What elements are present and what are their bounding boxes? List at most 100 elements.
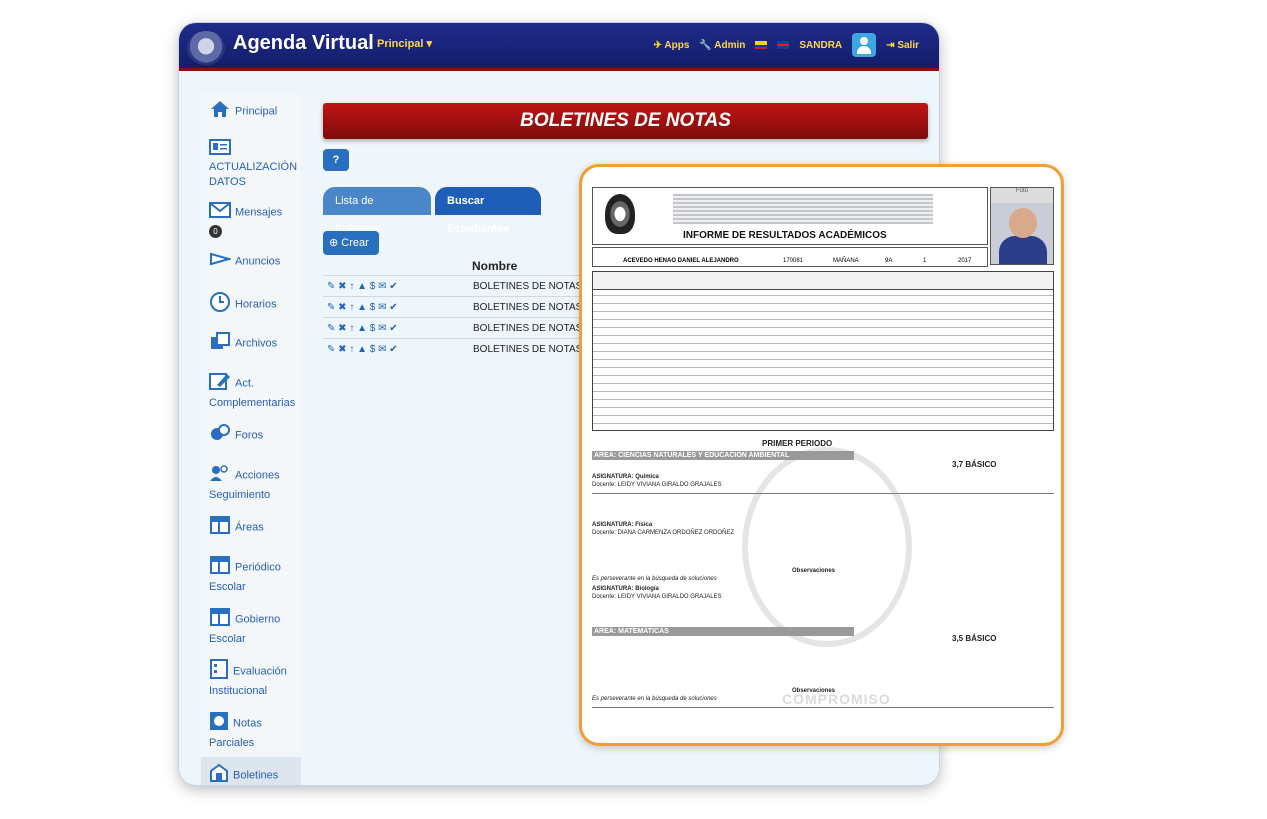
school-logo-icon xyxy=(187,31,225,65)
table-row: ✎ ✖ ↑ ▲ $ ✉ ✔ BOLETINES DE NOTAS P xyxy=(323,275,603,296)
grades-table xyxy=(592,271,1054,431)
page-banner: BOLETINES DE NOTAS xyxy=(323,103,928,139)
student-grupo: 9A xyxy=(885,258,893,264)
student-photo: Foto xyxy=(990,187,1054,265)
subject-name: ASIGNATURA: Biología xyxy=(592,586,659,592)
subject-teacher: Docente: LEIDY VIVIANA GIRALDO GRAJALES xyxy=(592,482,722,488)
area-grade: 3,5 BÁSICO xyxy=(952,634,997,643)
sidebar-item-acciones-seguimiento[interactable]: Acciones Seguimiento xyxy=(201,457,301,509)
subject-teacher: Docente: DIANA CARMENZA ORDOÑEZ ORDOÑEZ xyxy=(592,530,735,536)
page-title: BOLETINES DE NOTAS xyxy=(520,110,731,131)
logout-link[interactable]: ⇥ Salir xyxy=(886,40,919,51)
school-seal-watermark xyxy=(742,447,912,647)
colombia-flag-icon[interactable] xyxy=(755,41,768,49)
observation-text: Es perseverante en la búsqueda de soluci… xyxy=(592,696,717,702)
sidebar-item-label: Mensajes xyxy=(235,206,283,219)
grades-table-header xyxy=(593,272,1053,290)
table-icon xyxy=(209,555,231,580)
observation-text: Es perseverante en la búsqueda de soluci… xyxy=(592,576,717,582)
subject-name: ASIGNATURA: Química xyxy=(592,474,659,480)
clock-icon xyxy=(209,291,231,318)
envelope-icon xyxy=(209,202,231,223)
chat-icon xyxy=(209,423,231,448)
report-header: INFORME DE RESULTADOS ACADÉMICOS xyxy=(592,187,988,245)
sidebar-item-periodico-escolar[interactable]: Periódico Escolar xyxy=(201,549,301,601)
report-document: INFORME DE RESULTADOS ACADÉMICOS Foto AC… xyxy=(592,187,1054,743)
row-actions[interactable]: ✎ ✖ ↑ ▲ $ ✉ ✔ xyxy=(323,323,473,334)
nav-right: ✈ Apps 🔧 Admin SANDRA ⇥ Salir xyxy=(654,33,919,57)
student-name: ACEVEDO HENAO DANIEL ALEJANDRO xyxy=(623,258,739,264)
student-info-bar: ACEVEDO HENAO DANIEL ALEJANDRO 170081 MA… xyxy=(592,247,988,267)
sidebar: Principal ACTUALIZACIÓN DATOS Mensajes 0… xyxy=(201,93,301,785)
sidebar-item-notas-parciales[interactable]: Notas Parciales xyxy=(201,705,301,757)
sidebar-item-horarios[interactable]: Horarios xyxy=(201,285,301,325)
form-icon xyxy=(209,659,229,684)
sidebar-item-anuncios[interactable]: Anuncios xyxy=(201,245,301,285)
sidebar-item-label: Áreas xyxy=(235,521,264,534)
boletines-table: ✎ ✖ ↑ ▲ $ ✉ ✔ BOLETINES DE NOTAS P ✎ ✖ ↑… xyxy=(323,275,603,359)
sidebar-item-boletines[interactable]: Boletines de Notas xyxy=(201,757,301,785)
files-icon xyxy=(209,331,231,356)
area-grade: 3,7 BÁSICO xyxy=(952,460,997,469)
column-header-nombre: Nombre xyxy=(472,259,518,273)
report-card-preview: INFORME DE RESULTADOS ACADÉMICOS Foto AC… xyxy=(579,164,1064,746)
divider xyxy=(592,707,1054,708)
chart-icon xyxy=(209,711,229,736)
sidebar-item-foros[interactable]: Foros xyxy=(201,417,301,457)
sidebar-item-principal[interactable]: Principal xyxy=(201,93,301,133)
edit-icon xyxy=(209,371,231,396)
table-row: ✎ ✖ ↑ ▲ $ ✉ ✔ BOLETINES DE NOTAS S xyxy=(323,296,603,317)
student-face xyxy=(1009,208,1037,238)
megaphone-icon xyxy=(209,251,233,272)
sidebar-item-actualizacion[interactable]: ACTUALIZACIÓN DATOS xyxy=(201,133,301,196)
home-icon xyxy=(209,99,231,124)
user-name[interactable]: SANDRA xyxy=(799,40,842,51)
sidebar-item-label: Principal xyxy=(235,105,278,118)
message-count-badge: 0 xyxy=(209,225,222,238)
row-actions[interactable]: ✎ ✖ ↑ ▲ $ ✉ ✔ xyxy=(323,281,473,292)
id-card-icon xyxy=(209,139,231,160)
row-actions[interactable]: ✎ ✖ ↑ ▲ $ ✉ ✔ xyxy=(323,344,473,355)
crear-button[interactable]: ⊕ Crear xyxy=(323,231,379,255)
uk-flag-icon[interactable] xyxy=(777,41,790,49)
subject-name: ASIGNATURA: Física xyxy=(592,522,653,528)
student-periodo: 1 xyxy=(923,258,927,264)
sidebar-item-label: Foros xyxy=(235,429,264,442)
report-title: INFORME DE RESULTADOS ACADÉMICOS xyxy=(683,230,887,241)
tab-bar: Lista de Boletines Buscar Estudiantes xyxy=(323,187,541,235)
school-crest-icon xyxy=(605,194,635,234)
sidebar-item-archivos[interactable]: Archivos xyxy=(201,325,301,365)
sidebar-item-label: Horarios xyxy=(235,298,277,311)
apps-link[interactable]: ✈ Apps xyxy=(654,40,690,51)
subject-teacher: Docente: LEIDY VIVIANA GIRALDO GRAJALES xyxy=(592,594,722,600)
sidebar-item-mensajes[interactable]: Mensajes 0 xyxy=(201,196,301,245)
blurred-school-info xyxy=(673,194,933,224)
sidebar-item-act-complementarias[interactable]: Act. Complementarias xyxy=(201,365,301,417)
people-icon xyxy=(209,463,231,488)
tab-lista-boletines[interactable]: Lista de Boletines xyxy=(323,187,431,235)
help-button[interactable]: ? xyxy=(323,149,349,171)
sidebar-item-label: ACTUALIZACIÓN DATOS xyxy=(209,161,298,188)
table-row: ✎ ✖ ↑ ▲ $ ✉ ✔ BOLETINES DE NOTAS C xyxy=(323,338,603,359)
table-row: ✎ ✖ ↑ ▲ $ ✉ ✔ BOLETINES DE NOTAS T xyxy=(323,317,603,338)
student-jornada: MAÑANA xyxy=(833,258,859,264)
photo-label: Foto xyxy=(1015,188,1028,194)
user-avatar-icon[interactable] xyxy=(852,33,877,57)
principal-menu[interactable]: Principal ▾ xyxy=(377,37,432,50)
tab-buscar-estudiantes[interactable]: Buscar Estudiantes xyxy=(435,187,541,235)
sidebar-item-areas[interactable]: Áreas xyxy=(201,509,301,549)
row-actions[interactable]: ✎ ✖ ↑ ▲ $ ✉ ✔ xyxy=(323,302,473,313)
sidebar-item-label: Anuncios xyxy=(235,255,281,268)
diploma-icon xyxy=(209,763,229,785)
student-shirt xyxy=(999,236,1047,264)
student-year: 2017 xyxy=(958,258,972,264)
table-icon xyxy=(209,515,231,540)
watermark-text: COMPROMISO xyxy=(782,691,891,707)
top-navbar: Agenda Virtual Principal ▾ ✈ Apps 🔧 Admi… xyxy=(179,23,939,71)
sidebar-item-gobierno-escolar[interactable]: Gobierno Escolar xyxy=(201,601,301,653)
sidebar-item-label: Archivos xyxy=(235,337,278,350)
sidebar-item-evaluacion-institucional[interactable]: Evaluación Institucional xyxy=(201,653,301,705)
admin-link[interactable]: 🔧 Admin xyxy=(699,40,745,51)
app-title: Agenda Virtual xyxy=(233,32,374,54)
table-icon xyxy=(209,607,231,632)
